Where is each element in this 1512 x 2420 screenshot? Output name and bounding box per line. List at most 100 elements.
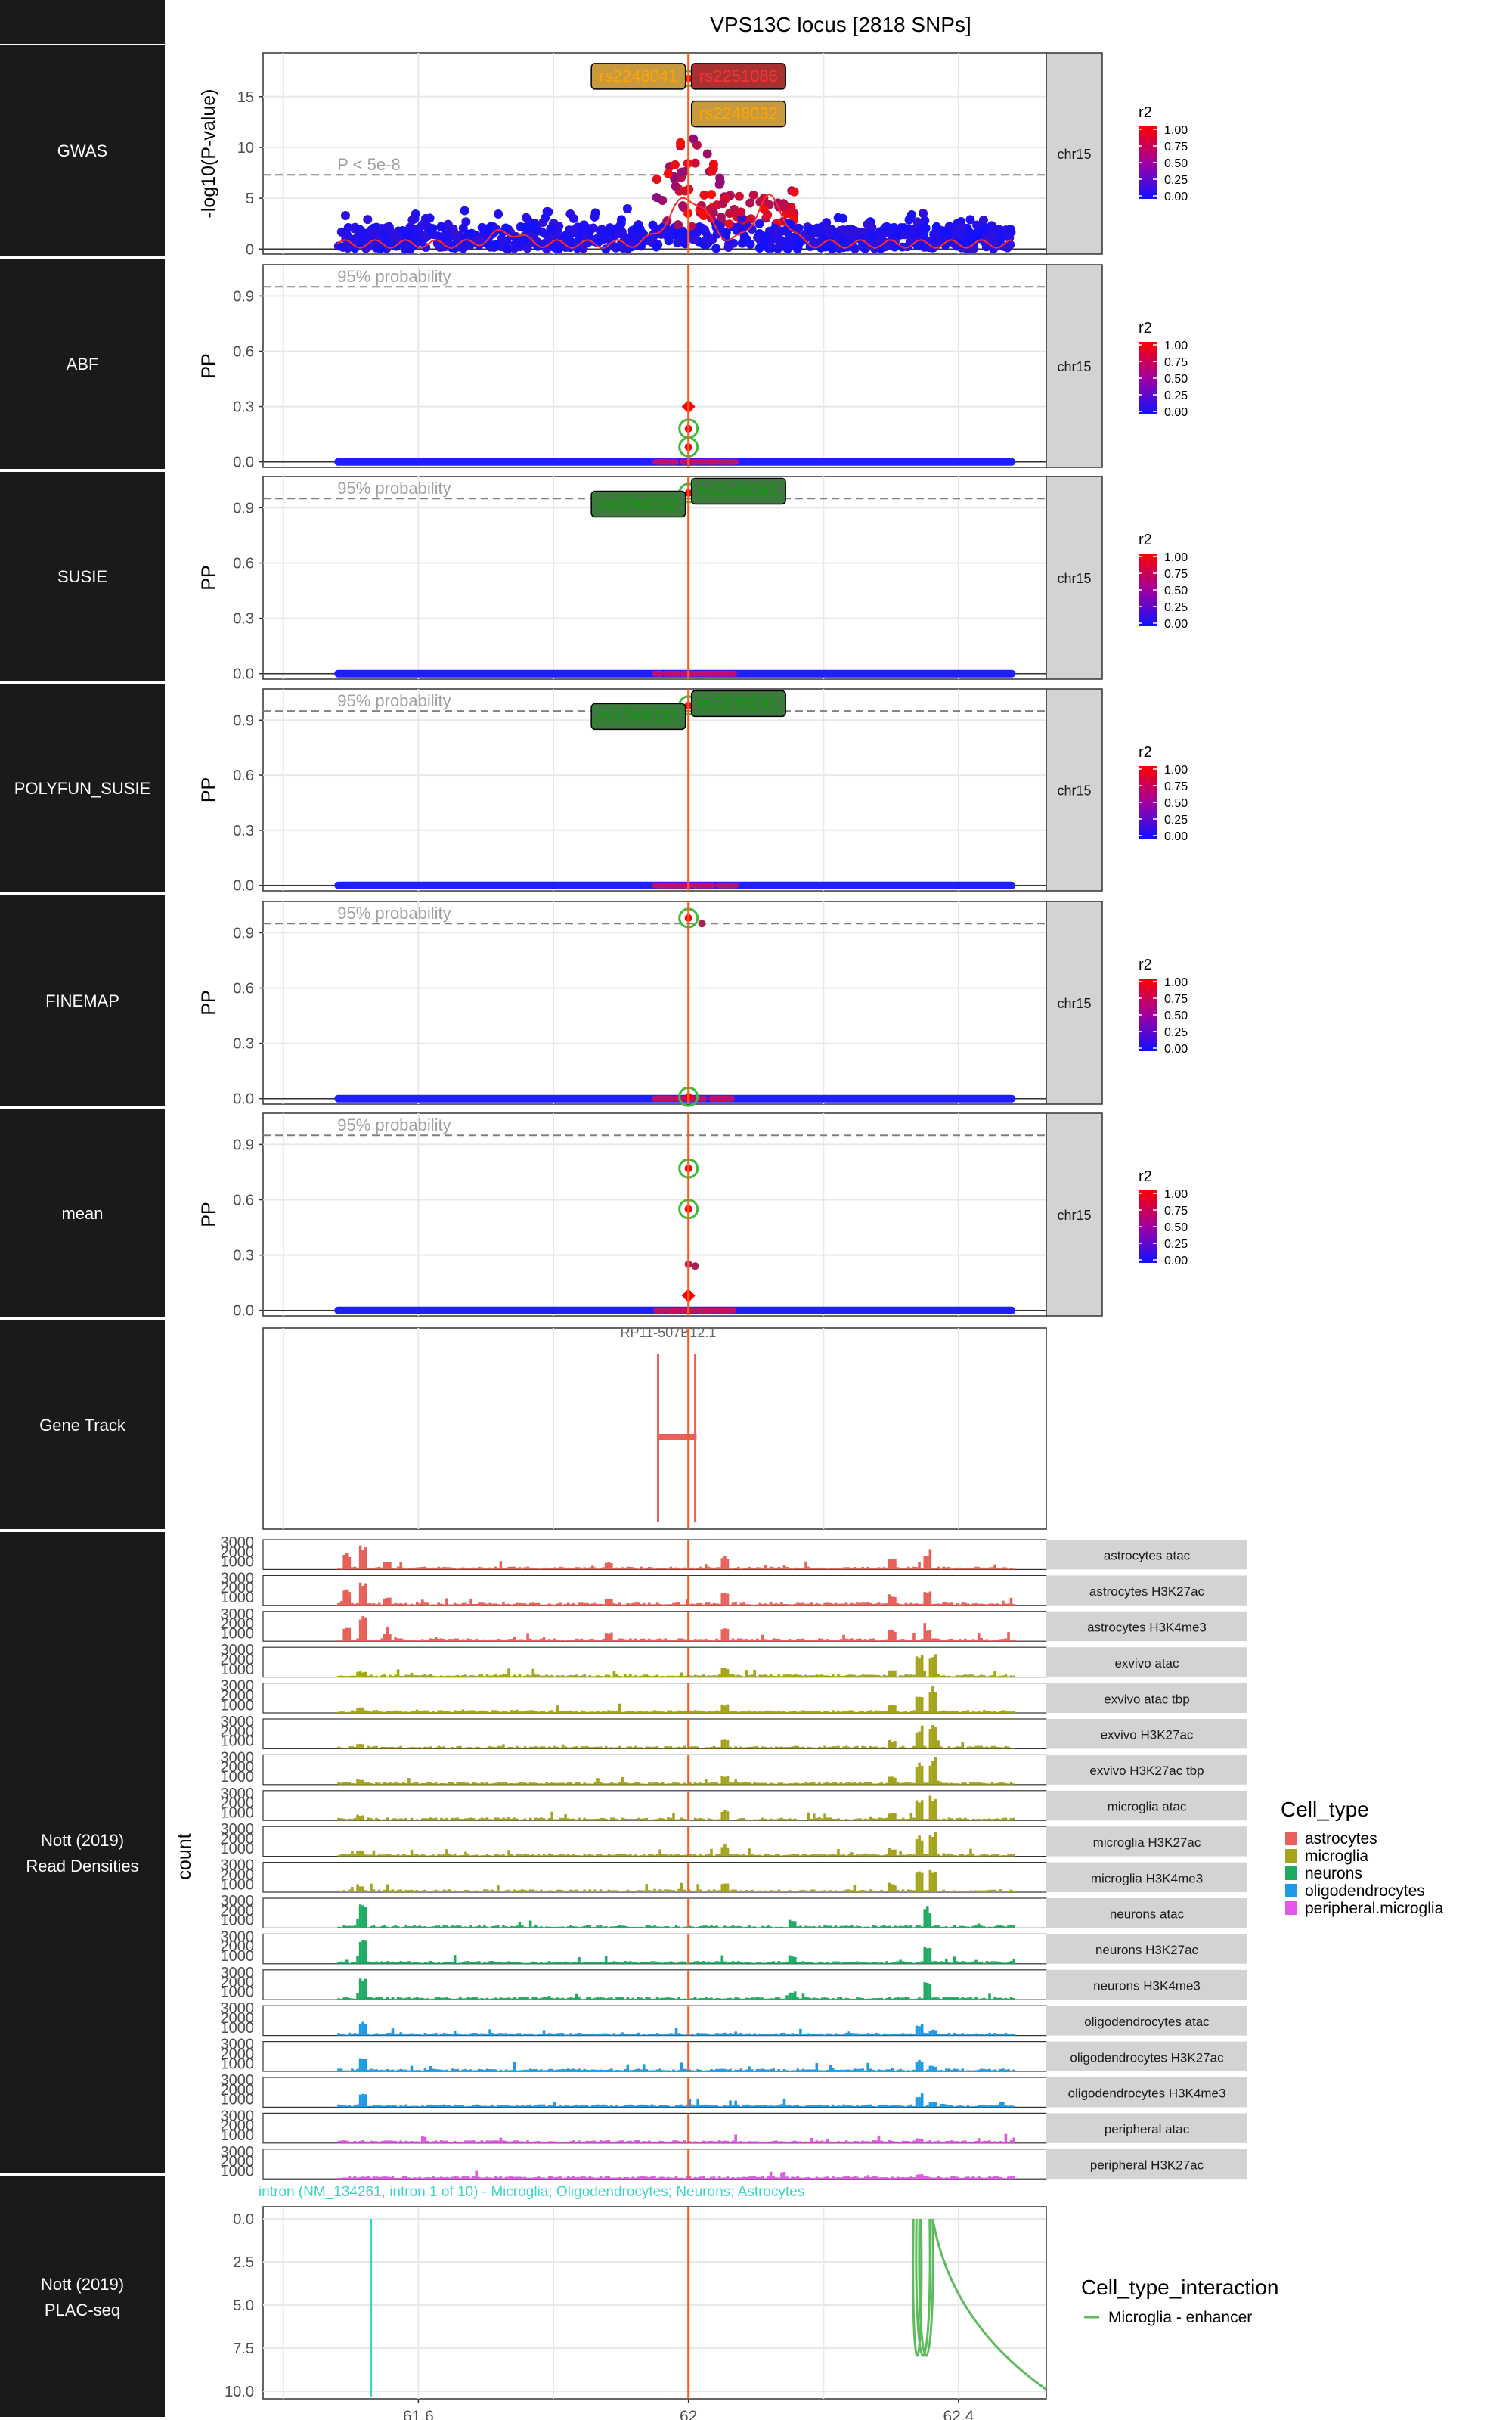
read-density-bar bbox=[553, 1638, 556, 1642]
read-density-bar bbox=[850, 1568, 854, 1570]
read-density-bar bbox=[750, 1639, 754, 1642]
panel-background bbox=[262, 1327, 1047, 1530]
read-density-bar bbox=[497, 1604, 500, 1606]
read-density-bar bbox=[499, 2033, 503, 2036]
read-density-bar bbox=[680, 1747, 683, 1749]
read-density-bar bbox=[648, 1602, 651, 1606]
read-density-bar bbox=[820, 1783, 824, 1785]
track-strip-label: microglia H3K27ac bbox=[1093, 1835, 1201, 1850]
read-density-bar bbox=[964, 1602, 967, 1606]
read-density-bar bbox=[702, 1783, 705, 1785]
read-density-bar bbox=[456, 1568, 459, 1570]
read-density-bar bbox=[807, 1926, 810, 1928]
read-density-bar bbox=[850, 1602, 854, 1606]
read-density-bar bbox=[901, 2033, 905, 2036]
read-density-bar bbox=[823, 1782, 826, 1785]
read-density-bar bbox=[896, 1567, 900, 1570]
read-density-bar bbox=[753, 1711, 756, 1713]
read-density-bar bbox=[655, 2033, 659, 2036]
read-density-bar bbox=[521, 1889, 524, 1892]
read-density-bar bbox=[812, 1640, 816, 1642]
figure-title: VPS13C locus [2818 SNPs] bbox=[710, 13, 971, 36]
read-density-bar bbox=[510, 1961, 513, 1964]
read-density-bar bbox=[537, 1998, 541, 2000]
gwas-snp-point bbox=[407, 215, 417, 225]
read-density-bar bbox=[988, 1603, 991, 1606]
read-density-bar bbox=[499, 1561, 503, 1570]
read-density-bar bbox=[804, 1854, 807, 1857]
read-density-bar bbox=[418, 1675, 421, 1677]
read-density-bar bbox=[837, 1603, 840, 1606]
read-density-bar bbox=[953, 1711, 956, 1713]
read-density-bar bbox=[818, 1746, 821, 1749]
read-density-bar bbox=[734, 1889, 737, 1892]
read-density-bar bbox=[540, 1675, 543, 1677]
read-density-bar bbox=[383, 2070, 386, 2071]
read-density-bar bbox=[705, 1602, 708, 1606]
read-density-bar bbox=[1004, 1710, 1008, 1713]
read-density-bar bbox=[664, 2034, 668, 2036]
read-density-bar bbox=[875, 1891, 878, 1892]
read-density-bar bbox=[575, 1889, 578, 1892]
read-density-bar bbox=[404, 2034, 408, 2036]
read-density-bar bbox=[899, 1891, 902, 1892]
read-density-bar bbox=[542, 1962, 546, 1964]
read-density-bar bbox=[389, 2070, 392, 2071]
read-density-bar bbox=[856, 1568, 859, 1570]
gwas-snp-point bbox=[716, 212, 726, 222]
read-density-bar bbox=[640, 1890, 643, 1892]
read-density-bar bbox=[583, 1853, 586, 1857]
read-density-bar bbox=[364, 1671, 367, 1677]
read-density-bar bbox=[480, 1926, 484, 1928]
read-density-bar bbox=[621, 1891, 624, 1892]
read-density-bar bbox=[451, 1747, 454, 1749]
read-density-bar bbox=[342, 2034, 345, 2036]
read-density-bar bbox=[818, 1674, 821, 1677]
read-density-bar bbox=[429, 1746, 432, 1749]
read-density-bar bbox=[456, 1781, 459, 1785]
read-density-bar bbox=[872, 1962, 875, 1964]
read-density-bar bbox=[559, 1817, 562, 1821]
read-density-bar bbox=[566, 1640, 570, 1642]
read-density-bar bbox=[901, 1997, 905, 2000]
read-density-bar bbox=[988, 1567, 991, 1570]
read-density-bar bbox=[466, 1638, 470, 1642]
read-density-bar bbox=[885, 1961, 889, 1964]
read-density-bar bbox=[420, 1782, 424, 1785]
read-density-bar bbox=[401, 1567, 405, 1570]
read-density-track: 300020001000 microglia H3K27ac bbox=[221, 1821, 1247, 1857]
read-density-bar bbox=[796, 1674, 800, 1677]
read-density-bar bbox=[540, 1638, 543, 1642]
read-density-bar bbox=[348, 1818, 352, 1821]
read-density-bar bbox=[650, 1639, 654, 1642]
read-density-bar bbox=[723, 1961, 727, 1964]
read-density-bar bbox=[640, 1566, 643, 1570]
read-density-bar bbox=[637, 1996, 640, 2000]
read-density-bar bbox=[736, 1747, 740, 1749]
read-density-bar bbox=[896, 1855, 900, 1857]
read-density-bar bbox=[672, 1997, 675, 2000]
read-density-bar bbox=[502, 1854, 505, 1857]
read-density-bar bbox=[472, 1567, 476, 1570]
read-density-bar bbox=[480, 1782, 484, 1785]
read-density-bar bbox=[1012, 1639, 1015, 1642]
read-density-bar bbox=[588, 1889, 592, 1892]
read-density-bar bbox=[461, 1709, 465, 1713]
read-density-bar bbox=[726, 1847, 730, 1857]
read-density-bar bbox=[404, 1962, 408, 1964]
read-density-bar bbox=[537, 1568, 541, 1570]
read-density-bar bbox=[439, 1891, 443, 1892]
read-density-bar bbox=[534, 1996, 538, 2000]
read-density-bar bbox=[504, 1640, 508, 1642]
read-density-bar bbox=[680, 1568, 683, 1570]
read-density-bar bbox=[561, 1817, 565, 1821]
read-density-bar bbox=[702, 1961, 705, 1964]
read-density-bar bbox=[947, 1639, 951, 1642]
read-density-bar bbox=[348, 1556, 352, 1570]
read-density-bar bbox=[882, 1639, 886, 1642]
read-density-bar bbox=[801, 1746, 805, 1749]
read-density-bar bbox=[494, 1639, 497, 1642]
read-density-bar bbox=[772, 1855, 775, 1857]
read-density-bar bbox=[418, 1997, 421, 2000]
read-density-bar bbox=[820, 1747, 824, 1749]
